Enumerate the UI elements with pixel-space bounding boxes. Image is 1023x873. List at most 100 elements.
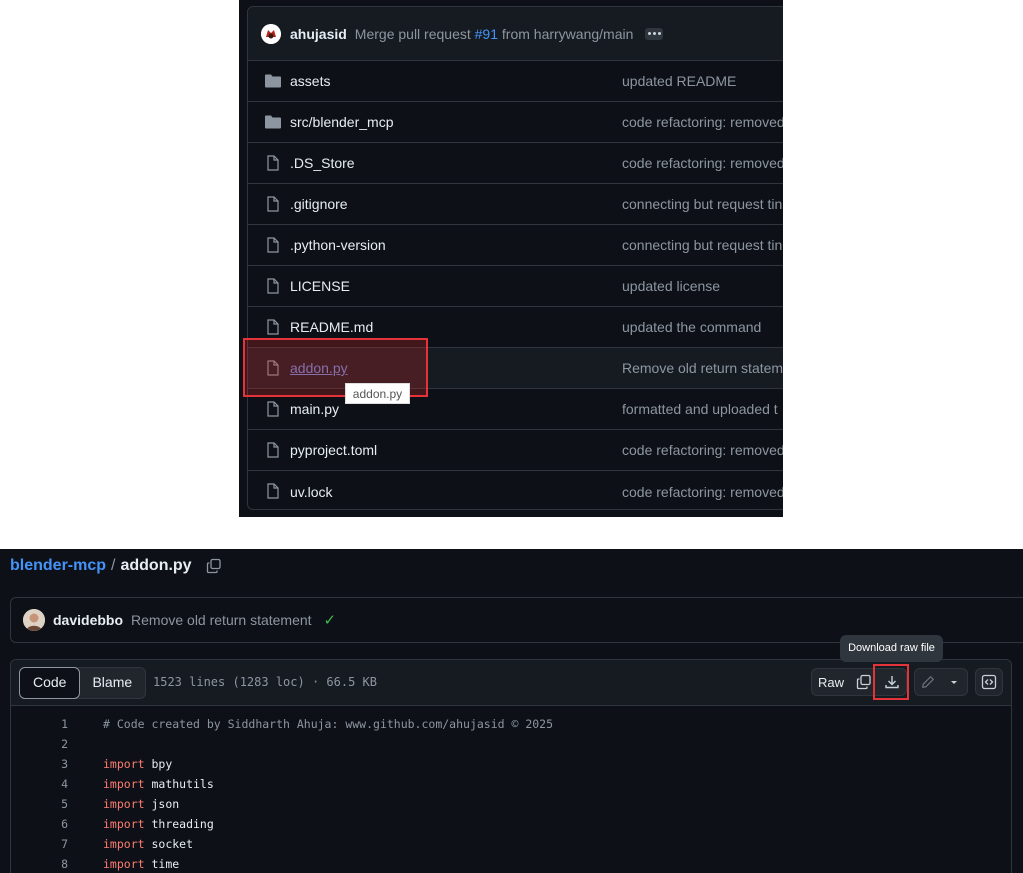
file-icon [264,442,282,458]
file-name-link[interactable]: README.md [290,319,373,335]
file-row[interactable]: addon.py Remove old return statem [248,348,783,389]
pr-link[interactable]: #91 [475,26,498,42]
link-tooltip: addon.py [345,383,410,404]
file-rows: assets updated README src/blender_mcp code … [248,61,783,509]
raw-button[interactable]: Raw [811,668,851,696]
code-rest: bpy [144,757,173,771]
commit-message[interactable]: Merge pull request #91 from harrywang/ma… [355,26,634,42]
code-view[interactable]: 1 # Code created by Siddharth Ahuja: www.… [11,706,1011,873]
line-number[interactable]: 4 [11,777,68,791]
file-name-link[interactable]: uv.lock [290,484,333,500]
file-name-link[interactable]: .DS_Store [290,155,355,171]
file-list-box: ahujasid Merge pull request #91 from har… [247,6,783,510]
file-list-panel: ahujasid Merge pull request #91 from har… [239,0,783,517]
commit-message[interactable]: Remove old return statement [131,612,312,628]
tab-blame[interactable]: Blame [79,668,145,698]
edit-options-button[interactable] [941,668,968,696]
line-number[interactable]: 8 [11,857,68,871]
copy-path-icon[interactable] [206,558,222,574]
last-commit-message[interactable]: updated the command [622,319,761,335]
code-rest: # Code created by Siddharth Ahuja: www.g… [103,717,554,731]
folder-icon [264,114,282,130]
code-rest: mathutils [144,777,214,791]
line-number[interactable]: 3 [11,757,68,771]
code-line: 1 # Code created by Siddharth Ahuja: www.… [11,714,1011,734]
last-commit-message[interactable]: updated license [622,278,720,294]
file-row[interactable]: .DS_Store code refactoring: removed [248,143,783,184]
code-keyword: import [103,777,145,791]
code-text: import time [103,857,179,871]
breadcrumb-repo-link[interactable]: blender-mcp [10,557,106,575]
avatar[interactable] [261,23,281,44]
file-icon [264,196,282,212]
view-toggle: Code Blame [19,667,147,699]
file-row[interactable]: .python-version connecting but request ti… [248,225,783,266]
code-line: 5 import json [11,794,1011,814]
line-number[interactable]: 1 [11,717,68,731]
latest-commit-bar: ahujasid Merge pull request #91 from har… [248,7,783,61]
code-keyword: import [103,817,145,831]
file-name-link[interactable]: src/blender_mcp [290,114,394,130]
last-commit-message[interactable]: updated README [622,73,736,89]
symbols-panel-button[interactable] [975,668,1003,696]
file-icon [264,483,282,499]
line-number[interactable]: 6 [11,817,68,831]
file-icon [264,360,282,376]
file-row[interactable]: src/blender_mcp code refactoring: removed [248,102,783,143]
expand-commit-button[interactable] [645,27,664,40]
commit-author[interactable]: ahujasid [290,26,347,42]
last-commit-message[interactable]: code refactoring: removed [622,155,783,171]
folder-icon [264,73,282,89]
last-commit-message[interactable]: code refactoring: removed [622,442,783,458]
file-row[interactable]: LICENSE updated license [248,266,783,307]
code-line: 4 import mathutils [11,774,1011,794]
code-line: 3 import bpy [11,754,1011,774]
file-row[interactable]: README.md updated the command [248,307,783,348]
code-rest: threading [144,817,214,831]
file-name-link[interactable]: main.py [290,401,339,417]
last-commit-message[interactable]: code refactoring: removed [622,484,783,500]
copy-icon [856,674,871,690]
file-icon [264,319,282,335]
code-rest: socket [144,837,194,851]
file-header: Code Blame 1523 lines (1283 loc) · 66.5 … [11,660,1011,706]
file-meta: 1523 lines (1283 loc) · 66.5 KB [153,675,377,689]
code-text: import json [103,797,179,811]
last-commit-message[interactable]: formatted and uploaded t [622,401,778,417]
code-keyword: import [103,797,145,811]
file-row[interactable]: main.py formatted and uploaded t [248,389,783,430]
file-row[interactable]: uv.lock code refactoring: removed [248,471,783,509]
code-line: 8 import time [11,854,1011,873]
code-keyword: import [103,757,145,771]
check-icon[interactable]: ✓ [324,611,337,629]
copy-raw-button[interactable] [850,668,878,696]
line-number[interactable]: 2 [11,737,68,751]
commit-author[interactable]: davidebbo [53,612,123,628]
file-row[interactable]: .gitignore connecting but request tin [248,184,783,225]
download-raw-button[interactable] [877,668,907,696]
file-name-link[interactable]: .gitignore [290,196,348,212]
last-commit-message[interactable]: connecting but request tin [622,196,782,212]
file-name-link[interactable]: LICENSE [290,278,350,294]
breadcrumb-file: addon.py [120,557,192,574]
file-icon [264,155,282,171]
line-number[interactable]: 7 [11,837,68,851]
file-icon [264,278,282,294]
code-line: 6 import threading [11,814,1011,834]
file-name-link[interactable]: assets [290,73,330,89]
file-name-link[interactable]: .python-version [290,237,386,253]
file-name-link[interactable]: pyproject.toml [290,442,377,458]
edit-button[interactable] [914,668,942,696]
file-name-link[interactable]: addon.py [290,360,348,376]
last-commit-message[interactable]: Remove old return statem [622,360,783,376]
code-square-icon [981,674,997,690]
last-commit-message[interactable]: code refactoring: removed [622,114,783,130]
file-row[interactable]: assets updated README [248,61,783,102]
last-commit-message[interactable]: connecting but request tin [622,237,782,253]
tab-code[interactable]: Code [19,667,81,699]
code-text: import mathutils [103,777,214,791]
line-number[interactable]: 5 [11,797,68,811]
file-row[interactable]: pyproject.toml code refactoring: removed [248,430,783,471]
code-line: 7 import socket [11,834,1011,854]
avatar[interactable] [23,609,45,631]
